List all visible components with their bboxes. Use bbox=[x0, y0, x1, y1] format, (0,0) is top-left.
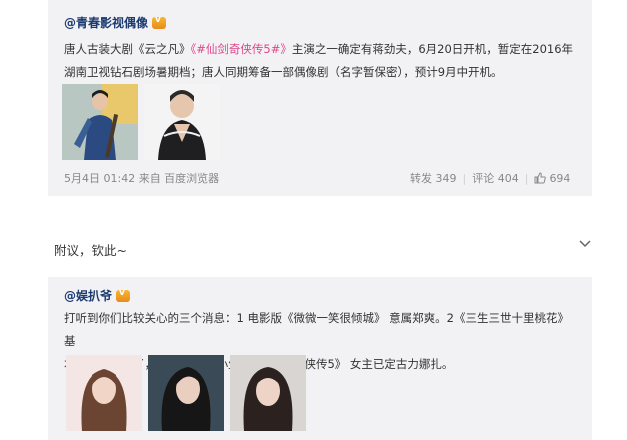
post-image-1[interactable] bbox=[66, 355, 142, 431]
like-button[interactable]: 694 bbox=[534, 172, 570, 185]
divider: | bbox=[524, 171, 529, 185]
post-author-row: @娱扒爷 bbox=[64, 287, 131, 304]
post-author-row: @青春影视偶像 bbox=[64, 14, 167, 31]
post-text-part: 主演之一确定有蒋劲夫，6月20日开机，暂定在2016年 bbox=[291, 42, 574, 56]
author-name[interactable]: @青春影视偶像 bbox=[64, 14, 148, 31]
post-text-line: 本上是刘亦菲了，男主是80后小生。3《仙剑奇侠传5》 女主已定古力娜扎。 bbox=[64, 357, 454, 371]
post-image-2[interactable] bbox=[144, 84, 220, 160]
post-timestamp: 5月4日 01:42 来自 百度浏览器 bbox=[64, 172, 220, 185]
like-count: 694 bbox=[549, 171, 571, 185]
comment-button[interactable]: 评论 404 bbox=[472, 170, 519, 186]
author-name[interactable]: @娱扒爷 bbox=[64, 287, 112, 304]
post-text-line: 湖南卫视钻石剧场暑期档；唐人同期筹备一部偶像剧（名字暂保密），预计9月中开机。 bbox=[64, 65, 503, 79]
post-image-1[interactable] bbox=[62, 84, 138, 160]
post-card-2: @娱扒爷 打听到你们比较关心的三个消息：1 电影版《微微一笑很倾城》 意属郑爽。… bbox=[48, 277, 592, 440]
post-actions: 转发 349 | 评论 404 | 694 bbox=[410, 170, 570, 186]
verified-crown-icon bbox=[152, 15, 167, 29]
chevron-down-icon[interactable] bbox=[578, 238, 592, 250]
post-text-part: 唐人古装大剧《云之凡》 bbox=[64, 42, 191, 56]
repost-button[interactable]: 转发 349 bbox=[410, 170, 457, 186]
post-image-3[interactable] bbox=[230, 355, 306, 431]
thumbs-up-icon bbox=[534, 172, 547, 184]
post-card-1: @青春影视偶像 唐人古装大剧《云之凡》《#仙剑奇侠传5#》主演之一确定有蒋劲夫，… bbox=[48, 0, 592, 196]
post-image-2[interactable] bbox=[148, 355, 224, 431]
post-text: 打听到你们比较关心的三个消息：1 电影版《微微一笑很倾城》 意属郑爽。2《三生三… bbox=[64, 307, 584, 376]
verified-crown-icon bbox=[116, 288, 131, 302]
post-text-line: 打听到你们比较关心的三个消息：1 电影版《微微一笑很倾城》 意属郑爽。2《三生三… bbox=[64, 311, 569, 348]
post-text: 唐人古装大剧《云之凡》《#仙剑奇侠传5#》主演之一确定有蒋劲夫，6月20日开机，… bbox=[64, 38, 584, 84]
comment-text: 附议，钦此~ bbox=[54, 243, 127, 258]
divider: | bbox=[462, 171, 467, 185]
topic-link[interactable]: 《#仙剑奇侠传5#》 bbox=[191, 42, 292, 56]
